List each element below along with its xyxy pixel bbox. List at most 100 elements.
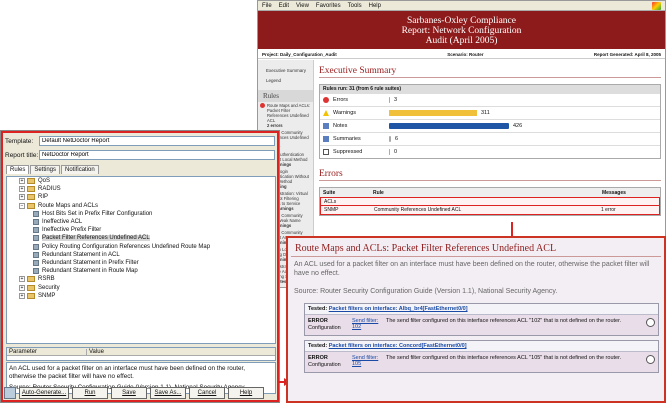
report-title-input[interactable] xyxy=(39,150,275,160)
col-messages: Messages xyxy=(602,189,626,196)
tree-node[interactable]: + RIP xyxy=(7,193,275,201)
folder-icon xyxy=(27,178,35,185)
wizard-icon[interactable] xyxy=(4,387,16,399)
tree-node-label: Ineffective ACL xyxy=(42,219,83,226)
summary-row: Summaries 6 xyxy=(320,132,660,145)
run-button[interactable]: Run xyxy=(72,387,108,399)
errors-row-acls[interactable]: ACLs xyxy=(320,197,660,206)
checkbox-icon xyxy=(323,149,329,155)
tree-node[interactable]: + RADIUS xyxy=(7,185,275,193)
summary-count: 0 xyxy=(394,149,398,155)
test-label: Tested: xyxy=(308,343,329,349)
magnifier-icon[interactable] xyxy=(646,355,655,364)
error-icon xyxy=(260,103,265,108)
folder-icon xyxy=(27,292,35,299)
tree-node-label: Ineffective Prefix Filter xyxy=(42,227,102,234)
tree-node-label: Route Maps and ACLs xyxy=(38,202,99,209)
expand-icon[interactable]: + xyxy=(19,178,25,185)
summary-row: Suppressed 0 xyxy=(320,145,660,158)
tree-node[interactable]: + RSRB xyxy=(7,275,275,283)
auto-generate-button[interactable]: Auto-Generate... xyxy=(19,387,69,399)
browser-menu-bar: File Edit View Favorites Tools Help xyxy=(258,1,665,11)
test-link[interactable]: Packet filters on interface: Albq_br4[Fa… xyxy=(329,306,468,312)
tree-node[interactable]: Redundant Statement in Route Map xyxy=(7,267,275,275)
test-label: Tested: xyxy=(308,306,329,312)
summary-label: Warnings xyxy=(333,110,357,116)
expand-icon[interactable]: + xyxy=(19,292,25,299)
tree-node-label: QoS xyxy=(38,178,51,185)
error-icon xyxy=(323,97,329,103)
test-link[interactable]: Packet filters on interface: Concord[Fas… xyxy=(329,343,467,349)
send-filter-link[interactable]: Send filter: 105 xyxy=(352,355,386,369)
rule-detail-source: Source: Router Security Configuration Gu… xyxy=(294,288,558,295)
banner-line-1: Sarbanes-Oxley Compliance xyxy=(407,16,516,26)
windows-logo-icon xyxy=(652,2,661,10)
summary-label: Errors xyxy=(333,97,348,103)
rules-tree[interactable]: + QoS + RADIUS + RIP − Route Maps and ACLs Host … xyxy=(6,176,276,344)
tree-node[interactable]: Redundant Statement in Prefix Filter xyxy=(7,259,275,267)
tree-node[interactable]: Policy Routing Configuration References … xyxy=(7,243,275,251)
help-button[interactable]: Help xyxy=(228,387,264,399)
folder-icon xyxy=(27,202,35,209)
send-filter-link[interactable]: Send filter: 102 xyxy=(352,318,386,332)
expand-icon[interactable]: + xyxy=(19,194,25,201)
tab-rules[interactable]: Rules xyxy=(6,165,30,174)
report-meta-bar: Project: Daily_Configuration_Audit Scena… xyxy=(258,49,665,59)
errors-heading: Errors xyxy=(319,169,661,181)
summary-bar xyxy=(389,110,477,116)
tree-node[interactable]: − Route Maps and ACLs xyxy=(7,202,275,210)
menu-view[interactable]: View xyxy=(296,3,309,9)
expand-icon[interactable]: + xyxy=(19,186,25,193)
magnifier-icon[interactable] xyxy=(646,318,655,327)
scenario-name: Scenario: Router xyxy=(447,52,484,57)
tree-node[interactable]: Redundant Statement in ACL xyxy=(7,251,275,259)
rule-list-item[interactable]: Route Maps and ACLs: Packet Filter Refer… xyxy=(258,102,313,129)
tree-node[interactable]: + Security xyxy=(7,283,275,291)
tree-node-label: RADIUS xyxy=(38,186,61,193)
banner-line-2: Report: Network Configuration xyxy=(401,26,522,36)
save-button[interactable]: Save xyxy=(111,387,147,399)
menu-edit[interactable]: Edit xyxy=(279,3,289,9)
tree-node[interactable]: + QoS xyxy=(7,177,275,185)
tree-node-label: Packet Filter References Undefined ACL xyxy=(42,235,150,242)
save-as-button[interactable]: Save As... xyxy=(150,387,186,399)
collapse-icon[interactable]: − xyxy=(19,202,25,209)
tab-settings[interactable]: Settings xyxy=(30,165,61,174)
rule-icon xyxy=(33,219,39,226)
template-label: Template: xyxy=(5,138,34,145)
tree-node[interactable]: Ineffective ACL xyxy=(7,218,275,226)
rule-icon xyxy=(33,259,39,266)
tree-node[interactable]: + SNMP xyxy=(7,292,275,300)
tree-node[interactable]: Ineffective Prefix Filter xyxy=(7,226,275,234)
cancel-button[interactable]: Cancel xyxy=(189,387,225,399)
tab-notification[interactable]: Notification xyxy=(61,165,99,174)
menu-help[interactable]: Help xyxy=(369,3,381,9)
folder-icon xyxy=(27,276,35,283)
menu-favorites[interactable]: Favorites xyxy=(316,3,341,9)
rule-icon xyxy=(33,235,39,242)
dialog-tabs: Rules Settings Notification xyxy=(6,165,100,174)
tree-node-label: Redundant Statement in ACL xyxy=(42,251,120,258)
tree-node[interactable]: Host Bits Set in Prefix Filter Configura… xyxy=(7,210,275,218)
template-select[interactable] xyxy=(39,136,275,146)
expand-icon[interactable]: + xyxy=(19,276,25,283)
nav-executive-summary[interactable]: Executive Summary xyxy=(258,64,313,74)
summary-bar xyxy=(389,97,390,103)
menu-file[interactable]: File xyxy=(262,3,272,9)
rule-detail-title: Route Maps and ACLs: Packet Filter Refer… xyxy=(291,238,661,257)
tree-node-label: Redundant Statement in Prefix Filter xyxy=(42,259,139,266)
test-message: The send filter configured on this inter… xyxy=(386,318,622,324)
test-level: ERROR xyxy=(308,355,328,361)
menu-tools[interactable]: Tools xyxy=(348,3,362,9)
banner-line-3: Audit (April 2005) xyxy=(425,36,498,46)
summary-table-header: Rules run: 31 (from 6 rule suites) xyxy=(320,85,660,93)
tree-node[interactable]: Packet Filter References Undefined ACL xyxy=(7,234,275,243)
summary-bar xyxy=(389,149,390,155)
rule-list-count: 2 errors xyxy=(267,123,283,128)
rule-icon xyxy=(33,268,39,275)
nav-legend[interactable]: Legend xyxy=(258,74,313,84)
tree-node-label: Redundant Statement in Route Map xyxy=(42,268,138,275)
note-icon xyxy=(323,136,329,142)
expand-icon[interactable]: + xyxy=(19,284,25,291)
rules-heading: Rules xyxy=(258,90,313,102)
